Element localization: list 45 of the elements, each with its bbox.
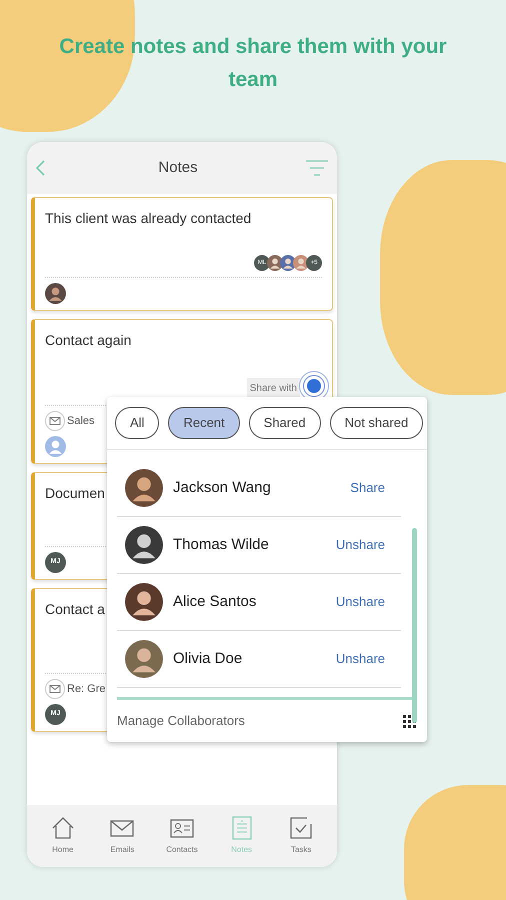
collaborator-name: Olivia Doe <box>173 648 244 669</box>
filter-chip[interactable]: All <box>115 407 160 439</box>
grid-icon <box>403 714 416 728</box>
collaborator-name: Thomas Wilde <box>173 534 270 555</box>
nav-tab[interactable]: Emails <box>96 816 148 856</box>
nav-tab[interactable]: Tasks <box>275 816 328 856</box>
collaborator-row[interactable]: Olivia Doe Unshare <box>117 631 401 688</box>
share-toggle-link[interactable]: Share <box>350 478 393 498</box>
collaborator-name: Jackson Wang <box>173 478 272 498</box>
grid-menu-button[interactable] <box>403 714 417 728</box>
collaborator-row[interactable]: Alice Santos Unshare <box>117 574 401 631</box>
note-title: Contact again <box>45 331 132 350</box>
back-icon <box>35 159 46 177</box>
checkbox-icon <box>289 816 314 840</box>
avatar-icon <box>293 255 309 271</box>
note-title: Documen <box>45 484 105 503</box>
note-title: Contact a <box>45 600 105 619</box>
share-toggle-link[interactable]: Unshare <box>336 592 393 612</box>
collaborator-row[interactable]: Jackson Wang Share <box>117 460 401 517</box>
nav-tab[interactable]: Home <box>36 816 89 856</box>
collaborator-row[interactable]: Thomas Wilde Unshare <box>117 517 401 574</box>
avatar-icon <box>125 640 163 678</box>
filter-button[interactable] <box>305 158 329 178</box>
share-with-button[interactable]: Share with <box>246 378 300 399</box>
collaborator-name: Alice Santos <box>173 592 258 612</box>
avatar-icon <box>45 283 66 304</box>
email-icon <box>45 411 65 431</box>
avatar-icon <box>125 526 163 564</box>
note-title: This client was already contacted <box>45 209 252 228</box>
filter-chip[interactable]: Shared <box>248 407 321 439</box>
filter-icon <box>305 158 329 178</box>
filter-chip[interactable]: Recent <box>168 407 240 439</box>
avatar-icon <box>125 583 163 621</box>
email-subject: Sales <box>67 414 95 429</box>
email-icon <box>45 679 65 699</box>
filter-chip[interactable]: Not shared <box>330 407 424 439</box>
share-toggle-link[interactable]: Unshare <box>336 535 393 555</box>
notes-icon <box>230 816 254 840</box>
screen-title: Notes <box>158 158 198 178</box>
share-toggle-link[interactable]: Unshare <box>336 649 393 669</box>
home-icon <box>50 816 75 840</box>
avatar-icon <box>125 469 163 507</box>
nav-tab[interactable]: Contacts <box>156 816 208 856</box>
email-subject: Re: Gre <box>67 682 106 697</box>
avatar-icon <box>45 436 66 457</box>
